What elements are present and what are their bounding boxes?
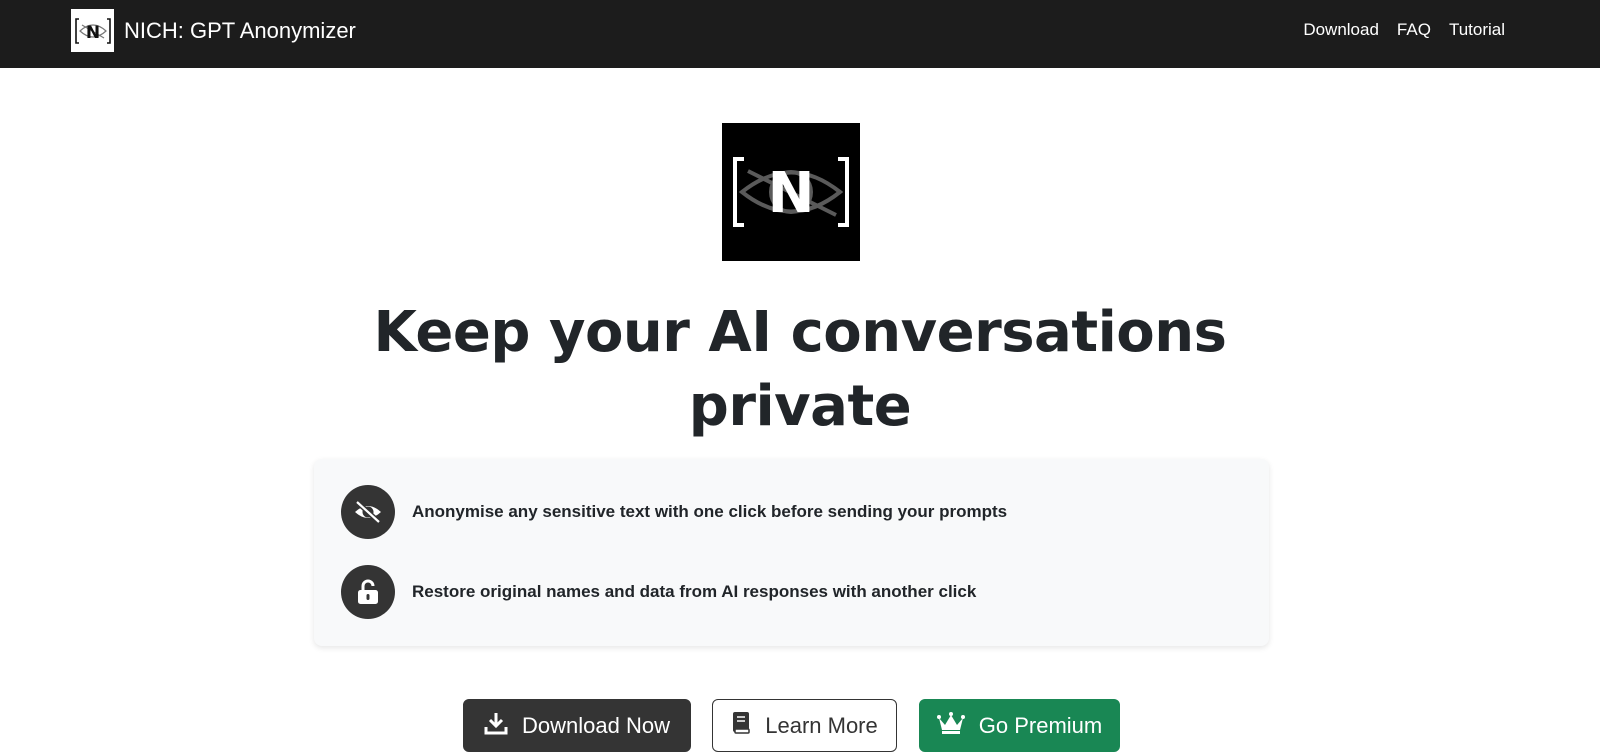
- feature-text: Anonymise any sensitive text with one cl…: [412, 502, 1008, 521]
- download-now-button[interactable]: Download Now: [463, 699, 691, 752]
- brand-logo: N: [71, 9, 114, 52]
- feature-item: Anonymise any sensitive text with one cl…: [341, 485, 1007, 539]
- go-premium-label: Go Premium: [978, 712, 1103, 738]
- eye-slash-icon: [341, 485, 395, 539]
- feature-card: Anonymise any sensitive text with one cl…: [314, 459, 1269, 646]
- crown-icon: [936, 711, 965, 741]
- book-icon: [731, 711, 751, 741]
- brand-name: NICH: GPT Anonymizer: [124, 17, 356, 43]
- nav-links: Download FAQ Tutorial: [1303, 20, 1505, 40]
- feature-text: Restore original names and data from AI …: [412, 582, 977, 601]
- learn-more-label: Learn More: [765, 712, 878, 738]
- go-premium-button[interactable]: Go Premium: [919, 699, 1120, 752]
- feature-item: Restore original names and data from AI …: [341, 565, 976, 619]
- nav-link-tutorial[interactable]: Tutorial: [1449, 20, 1505, 40]
- lock-open-icon: [341, 565, 395, 619]
- learn-more-button[interactable]: Learn More: [712, 699, 897, 752]
- navbar: N NICH: GPT Anonymizer Download FAQ Tuto…: [0, 0, 1600, 68]
- svg-text:N: N: [768, 161, 815, 226]
- headline-line2: private: [688, 374, 912, 439]
- hero-logo: N: [722, 123, 860, 261]
- nav-link-faq[interactable]: FAQ: [1397, 20, 1431, 40]
- download-now-label: Download Now: [522, 712, 670, 738]
- brand-link[interactable]: N NICH: GPT Anonymizer: [71, 9, 356, 52]
- download-icon: [484, 711, 508, 741]
- headline-line1: Keep your AI conversations: [373, 300, 1227, 365]
- svg-text:N: N: [85, 23, 99, 43]
- nav-link-download[interactable]: Download: [1303, 20, 1379, 40]
- hero-headline: Keep your AI conversations private: [300, 296, 1300, 444]
